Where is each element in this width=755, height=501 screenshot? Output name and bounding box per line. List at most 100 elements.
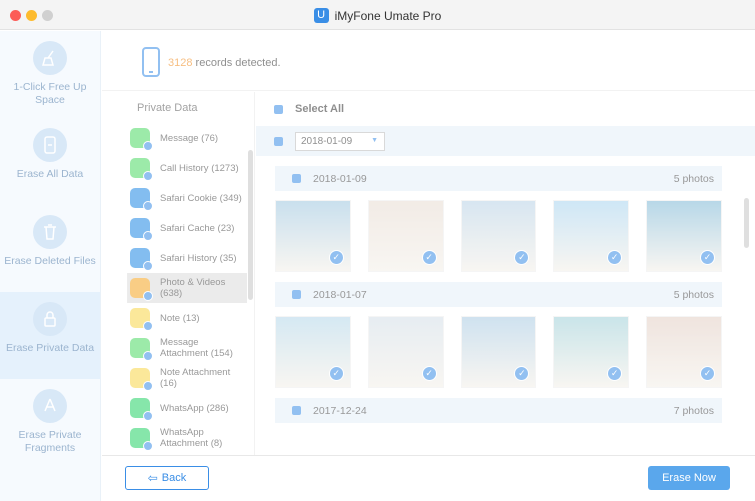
category-item-safari-cookie[interactable]: Safari Cookie (349) — [127, 183, 247, 213]
category-heading: Private Data — [137, 102, 198, 114]
check-icon[interactable]: ✓ — [607, 366, 623, 381]
photo-panel: Select All 2018-01-09 ▼ 2018-01-09 5 pho… — [256, 92, 755, 455]
photo-thumbnail[interactable]: ✓ — [646, 316, 722, 388]
category-item-whatsapp[interactable]: WhatsApp (286) — [127, 393, 247, 423]
records-summary: 3128 records detected. — [102, 31, 755, 91]
safari-icon — [130, 218, 153, 241]
records-text: 3128 records detected. — [168, 57, 281, 69]
check-icon[interactable]: ✓ — [421, 366, 437, 381]
check-icon[interactable]: ✓ — [699, 250, 715, 265]
main-content: 3128 records detected. Private Data Mess… — [102, 31, 755, 501]
select-all-checkbox[interactable] — [274, 104, 283, 114]
photo-scrollbar[interactable] — [744, 198, 749, 248]
category-scrollbar[interactable] — [248, 150, 253, 300]
phone-icon — [142, 47, 160, 77]
group-checkbox[interactable] — [292, 290, 301, 299]
check-icon[interactable]: ✓ — [607, 250, 623, 265]
thumbnail-row: ✓ ✓ ✓ ✓ ✓ — [275, 316, 722, 388]
category-label: Safari History (35) — [160, 252, 237, 264]
photo-group: 2018-01-09 5 photos ✓ ✓ ✓ ✓ ✓ — [275, 166, 722, 272]
category-item-safari-cache[interactable]: Safari Cache (23) — [127, 213, 247, 243]
sidebar-item-label: Erase Private Fragments — [18, 429, 82, 454]
sidebar: 1-Click Free Up Space Erase All Data Era… — [0, 31, 101, 501]
erase-now-button[interactable]: Erase Now — [648, 466, 730, 490]
photo-thumbnail[interactable]: ✓ — [553, 316, 630, 388]
photo-thumbnail[interactable]: ✓ — [460, 316, 537, 388]
photo-thumbnail[interactable]: ✓ — [646, 200, 722, 272]
photo-group: 2018-01-07 5 photos ✓ ✓ ✓ ✓ ✓ — [275, 282, 722, 388]
check-icon[interactable]: ✓ — [328, 366, 344, 381]
group-date: 2017-12-24 — [313, 404, 367, 417]
category-label: Safari Cache (23) — [160, 222, 235, 234]
group-checkbox[interactable] — [292, 174, 301, 183]
category-item-message[interactable]: Message (76) — [127, 123, 247, 153]
category-label: Message Attachment (154) — [160, 337, 233, 359]
date-filter-select[interactable]: 2018-01-09 ▼ — [295, 131, 385, 151]
category-item-note-attachment[interactable]: Note Attachment (16) — [127, 363, 247, 393]
records-label: records detected. — [192, 57, 281, 69]
records-count: 3128 — [168, 57, 193, 69]
category-label: Photo & Videos (638) — [160, 277, 226, 299]
message-icon — [130, 338, 153, 361]
group-count: 5 photos — [673, 288, 714, 301]
category-item-safari-history[interactable]: Safari History (35) — [127, 243, 247, 273]
group-count: 7 photos — [673, 404, 714, 417]
select-all-label: Select All — [295, 103, 345, 115]
category-item-note[interactable]: Note (13) — [127, 303, 247, 333]
sidebar-item-erase-private-fragments[interactable]: Erase Private Fragments — [0, 379, 100, 466]
group-date: 2018-01-07 — [313, 288, 367, 301]
trash-icon — [33, 215, 67, 249]
photo-thumbnail[interactable]: ✓ — [275, 316, 351, 388]
photos-icon — [130, 278, 153, 301]
date-filter-value: 2018-01-09 — [301, 135, 353, 147]
photo-group-header: 2017-12-24 7 photos — [275, 398, 722, 423]
photo-thumbnail[interactable]: ✓ — [275, 200, 351, 272]
check-icon[interactable]: ✓ — [421, 250, 437, 265]
safari-icon — [130, 248, 153, 271]
sidebar-item-erase-deleted-files[interactable]: Erase Deleted Files — [0, 205, 100, 292]
back-button[interactable]: ⇦ Back — [125, 466, 209, 490]
broom-icon — [33, 41, 67, 75]
group-checkbox[interactable] — [292, 406, 301, 415]
app-window: UiMyFone Umate Pro 1-Click Free Up Space… — [0, 0, 755, 501]
category-item-photo-videos[interactable]: Photo & Videos (638) — [127, 273, 247, 303]
category-label: Safari Cookie (349) — [160, 192, 242, 204]
sidebar-item-erase-private-data[interactable]: Erase Private Data — [0, 292, 100, 379]
category-label: Message (76) — [160, 132, 219, 144]
select-all-row[interactable]: Select All — [256, 92, 755, 126]
window-title-text: iMyFone Umate Pro — [334, 8, 442, 23]
check-icon[interactable]: ✓ — [699, 366, 715, 381]
photo-thumbnail[interactable]: ✓ — [553, 200, 630, 272]
group-date: 2018-01-09 — [313, 172, 367, 185]
photo-group-header: 2018-01-09 5 photos — [275, 166, 722, 191]
check-icon[interactable]: ✓ — [328, 250, 344, 265]
check-icon[interactable]: ✓ — [514, 250, 530, 265]
photo-thumbnail[interactable]: ✓ — [367, 316, 444, 388]
erase-now-label: Erase Now — [662, 472, 716, 484]
category-label: WhatsApp Attachment (8) — [160, 427, 223, 449]
category-label: Call History (1273) — [160, 162, 239, 174]
photo-thumbnail[interactable]: ✓ — [367, 200, 444, 272]
check-icon[interactable]: ✓ — [514, 366, 530, 381]
bottom-bar: ⇦ Back Erase Now — [102, 455, 755, 501]
sidebar-item-free-up-space[interactable]: 1-Click Free Up Space — [0, 31, 100, 118]
category-item-call-history[interactable]: Call History (1273) — [127, 153, 247, 183]
back-button-label: Back — [161, 472, 187, 484]
category-list: Message (76) Call History (1273) Safari … — [127, 123, 247, 453]
category-item-whatsapp-attachment[interactable]: WhatsApp Attachment (8) — [127, 423, 247, 453]
photo-thumbnail[interactable]: ✓ — [460, 200, 537, 272]
back-arrow-icon: ⇦ — [147, 471, 158, 485]
thumbnail-row: ✓ ✓ ✓ ✓ ✓ — [275, 200, 722, 272]
whatsapp-icon — [130, 398, 153, 421]
sidebar-item-label: 1-Click Free Up Space — [13, 81, 87, 106]
note-icon — [130, 308, 153, 331]
category-item-message-attachment[interactable]: Message Attachment (154) — [127, 333, 247, 363]
app-logo-icon: U — [313, 8, 329, 24]
app-store-icon — [33, 389, 67, 423]
category-panel: Private Data Message (76) Call History (… — [102, 92, 255, 455]
sidebar-item-erase-all-data[interactable]: Erase All Data — [0, 118, 100, 205]
phone-call-icon — [130, 158, 153, 181]
group-count: 5 photos — [673, 172, 714, 185]
date-filter-checkbox[interactable] — [274, 136, 283, 146]
title-bar: UiMyFone Umate Pro — [0, 0, 755, 30]
